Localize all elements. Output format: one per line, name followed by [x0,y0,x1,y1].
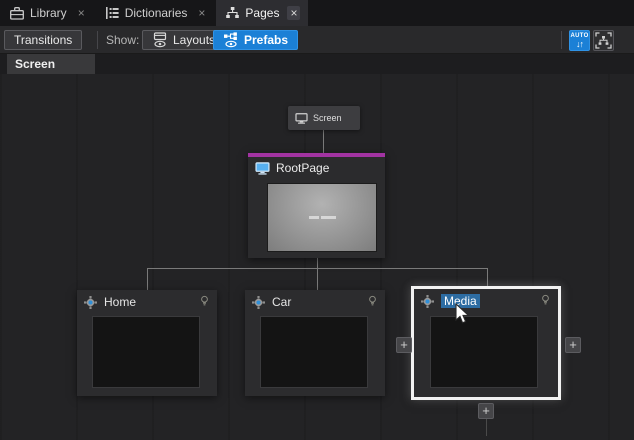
close-icon[interactable]: × [195,6,208,20]
preview-caption-blur [321,216,336,219]
node-title: RootPage [276,161,329,175]
pages-editor-window: Library × Dictionaries × Pages × [0,0,634,440]
tab-dictionaries[interactable]: Dictionaries × [96,0,217,26]
tab-label: Pages [245,6,279,20]
prefabs-eye-icon [223,32,239,48]
breadcrumb-label: Screen [15,57,55,71]
prefabs-label: Prefabs [244,33,288,47]
show-label: Show: [106,33,139,47]
close-icon[interactable]: × [287,6,300,20]
transitions-label: Transitions [14,33,72,47]
page-preview-thumbnail [430,316,538,388]
layouts-eye-icon [152,32,168,48]
layouts-label: Layouts [173,33,215,47]
preview-caption-blur [309,216,319,219]
page-preview-thumbnail [92,316,200,388]
page-preview-thumbnail [260,316,368,388]
node-home[interactable]: Home [77,290,217,396]
lightbulb-icon[interactable] [541,294,550,307]
add-child-page-button[interactable]: + [478,403,494,419]
tab-pages[interactable]: Pages × [216,0,308,26]
wire-screen-root [323,130,324,153]
prefab-icon [84,296,97,309]
prefab-icon [252,296,265,309]
wire-below-add [486,419,487,436]
tab-label: Library [30,6,67,20]
auto-arrange-button[interactable]: AUTO ↓↑ [569,30,590,51]
rootpage-preview-thumbnail [267,183,377,252]
node-rootpage[interactable]: RootPage [248,153,385,258]
toolbar-separator [561,31,562,49]
list-icon [106,7,119,19]
plus-icon: + [400,337,408,352]
transitions-button[interactable]: Transitions [4,30,82,50]
graph-canvas[interactable]: Screen RootPage [0,74,634,440]
node-car[interactable]: Car [245,290,385,396]
auto-arrows-icon: ↓↑ [576,40,583,49]
node-screen[interactable]: Screen [288,106,360,130]
plus-icon: + [569,337,577,352]
breadcrumb-screen-tab[interactable]: Screen [7,54,95,74]
prefab-icon [421,295,434,308]
document-tabbar: Library × Dictionaries × Pages × [0,0,634,26]
monitor-icon [255,162,270,175]
wire-drop-car [317,268,318,290]
fit-graph-button[interactable] [593,30,614,51]
add-page-button[interactable]: + [565,337,581,353]
close-icon[interactable]: × [75,6,88,20]
tab-library[interactable]: Library × [0,0,96,26]
lightbulb-icon[interactable] [368,295,377,308]
lightbulb-icon[interactable] [200,295,209,308]
tab-label: Dictionaries [125,6,188,20]
node-title: Screen [313,113,342,123]
node-title: Car [272,295,291,309]
plus-icon: + [482,403,490,418]
toolbar-separator [97,31,98,49]
wire-root-stem [317,258,318,268]
toolbox-icon [10,7,24,20]
breadcrumb-row: Screen [0,54,634,74]
wire-drop-media [487,268,488,286]
add-page-button[interactable]: + [396,337,412,353]
monitor-icon [295,113,308,124]
hierarchy-icon [226,7,239,19]
pages-toolbar: Transitions Show: Layouts Prefabs [0,26,634,54]
wire-drop-home [147,268,148,290]
mouse-cursor [455,303,471,325]
node-title: Home [104,295,136,309]
prefabs-toggle-button[interactable]: Prefabs [213,30,298,50]
rootpage-accent-strip [248,153,385,157]
node-media-selected[interactable]: Media [411,286,561,400]
fit-tree-icon [595,32,612,49]
